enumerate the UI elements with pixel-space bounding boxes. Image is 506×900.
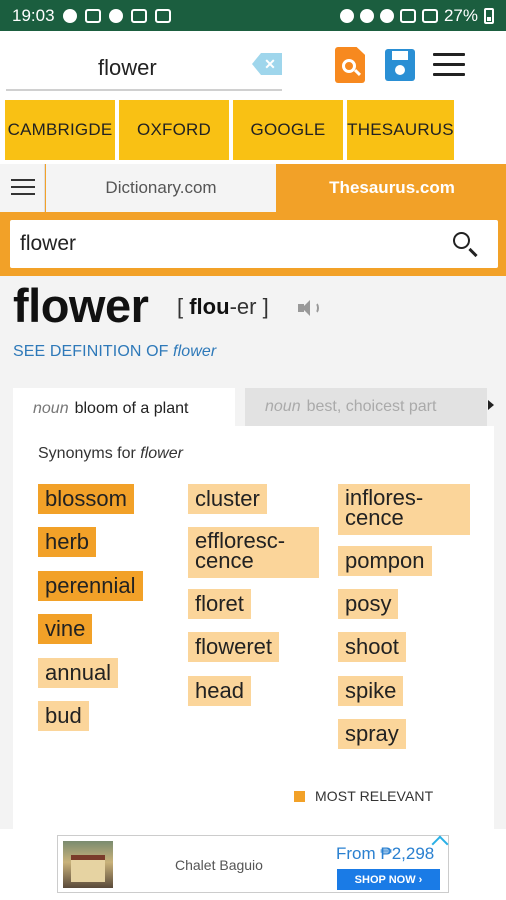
sense-label: best, choicest part xyxy=(306,398,437,415)
sense-label: bloom of a plant xyxy=(74,400,189,417)
sense-tab-bloom[interactable]: noun bloom of a plant xyxy=(13,388,235,430)
synonym-chip[interactable]: pompon xyxy=(338,546,432,576)
synonyms-heading-word: flower xyxy=(140,445,183,462)
shopping-bag-icon xyxy=(108,8,123,23)
status-bar: 19:03 27% xyxy=(0,0,506,31)
search-icon-handle xyxy=(468,247,478,258)
ad-shop-now-button[interactable]: SHOP NOW › xyxy=(337,869,440,890)
tab-scroll-right-icon[interactable] xyxy=(488,400,494,410)
source-buttons: CAMBRIGDE OXFORD GOOGLE THESAURUS xyxy=(5,100,455,160)
save-hole xyxy=(395,65,405,75)
ad-title: Chalet Baguio xyxy=(175,857,263,873)
tab-thesaurus[interactable]: Thesaurus.com xyxy=(278,164,506,212)
pron-rest: -er ] xyxy=(229,294,269,319)
battery-icon xyxy=(484,7,494,24)
tab-dictionary[interactable]: Dictionary.com xyxy=(46,164,276,212)
synonym-chip[interactable]: annual xyxy=(38,658,119,688)
status-left: 19:03 xyxy=(12,6,171,26)
site-menu-icon[interactable] xyxy=(0,164,45,212)
synonym-chip[interactable]: inflores- cence xyxy=(338,484,470,535)
relevance-legend: MOST RELEVANT xyxy=(294,788,433,804)
synonym-chip[interactable]: floret xyxy=(188,589,251,619)
sense-tab-best[interactable]: noun best, choicest part xyxy=(245,388,487,426)
mute-icon xyxy=(379,8,394,23)
synonym-chip[interactable]: shoot xyxy=(338,632,406,662)
thesaurus-content: flower [ flou-er ] SEE DEFINITION OF flo… xyxy=(0,276,506,829)
synonym-chip[interactable]: perennial xyxy=(38,571,143,601)
synonym-chip[interactable]: spray xyxy=(338,719,406,749)
synonym-chip[interactable]: cluster xyxy=(188,484,267,514)
synonyms-heading: Synonyms for flower xyxy=(38,445,183,463)
gallery-icon xyxy=(130,8,147,23)
synonym-chip[interactable]: floweret xyxy=(188,632,280,662)
synonyms-heading-prefix: Synonyms for xyxy=(38,445,141,462)
thesaurus-search-value: flower xyxy=(20,232,77,255)
synonym-chip[interactable]: blossom xyxy=(38,484,134,514)
synonym-chip[interactable]: posy xyxy=(338,589,399,619)
synonym-chip[interactable]: head xyxy=(188,676,251,706)
search-input[interactable]: flower xyxy=(6,43,282,91)
save-slot xyxy=(392,51,408,60)
synonym-chip[interactable]: effloresc- cence xyxy=(188,527,319,578)
source-button-cambridge[interactable]: CAMBRIGDE xyxy=(5,100,115,160)
source-button-google[interactable]: GOOGLE xyxy=(233,100,343,160)
synonyms-card: Synonyms for flower blossom herb perenni… xyxy=(13,426,494,829)
screenshot-icon xyxy=(154,8,171,23)
bluetooth-icon xyxy=(359,8,374,23)
synonym-chip[interactable]: herb xyxy=(38,527,97,557)
status-time: 19:03 xyxy=(12,5,55,25)
alarm-icon xyxy=(339,8,354,23)
ad-image xyxy=(63,841,113,888)
sense-pos: noun xyxy=(33,400,69,417)
synonym-chip-line: cence xyxy=(195,548,254,573)
source-button-oxford[interactable]: OXFORD xyxy=(119,100,229,160)
wifi-icon xyxy=(399,8,416,23)
synonym-chip-line: cence xyxy=(345,505,404,530)
ad-area: Chalet Baguio From ₱2,298 SHOP NOW › xyxy=(0,829,506,900)
legend-swatch xyxy=(294,790,305,802)
youtube-icon xyxy=(84,8,101,23)
lens-handle xyxy=(353,68,362,77)
legend-label: MOST RELEVANT xyxy=(315,788,434,804)
synonym-chip[interactable]: bud xyxy=(38,701,89,731)
ad-banner[interactable]: Chalet Baguio From ₱2,298 SHOP NOW › xyxy=(57,835,449,893)
pron-open: [ xyxy=(177,294,190,319)
source-button-thesaurus[interactable]: THESAURUS xyxy=(347,100,454,160)
synonym-chip[interactable]: spike xyxy=(338,676,404,706)
ad-price: From ₱2,298 xyxy=(336,844,435,863)
see-definition-link[interactable]: SEE DEFINITION OF flower xyxy=(13,343,216,361)
synonym-chip[interactable]: vine xyxy=(38,614,93,644)
see-def-prefix: SEE DEFINITION OF xyxy=(13,343,174,360)
save-icon[interactable] xyxy=(385,49,415,81)
thesaurus-search-band: flower xyxy=(0,212,506,276)
see-def-word: flower xyxy=(173,343,217,360)
search-input-value: flower xyxy=(98,55,157,80)
pronunciation: [ flou-er ] xyxy=(177,294,269,320)
facebook-icon xyxy=(62,8,77,23)
headword: flower xyxy=(13,279,149,332)
search-icon[interactable] xyxy=(453,232,470,249)
site-tab-bar: Dictionary.com Thesaurus.com xyxy=(0,164,506,212)
pron-stress: flou xyxy=(189,294,230,319)
menu-icon[interactable] xyxy=(433,53,465,77)
thesaurus-search-input[interactable]: flower xyxy=(10,220,498,268)
sense-tabs: noun bloom of a plant noun best, choicest … xyxy=(13,384,506,430)
speaker-icon[interactable] xyxy=(298,299,320,317)
battery-percent: 27% xyxy=(443,5,478,25)
search-document-icon[interactable] xyxy=(335,47,365,83)
sense-pos: noun xyxy=(265,398,301,415)
signal-icon xyxy=(421,8,438,23)
status-right: 27% xyxy=(339,5,494,26)
top-bar: flower ✕ xyxy=(0,31,506,99)
